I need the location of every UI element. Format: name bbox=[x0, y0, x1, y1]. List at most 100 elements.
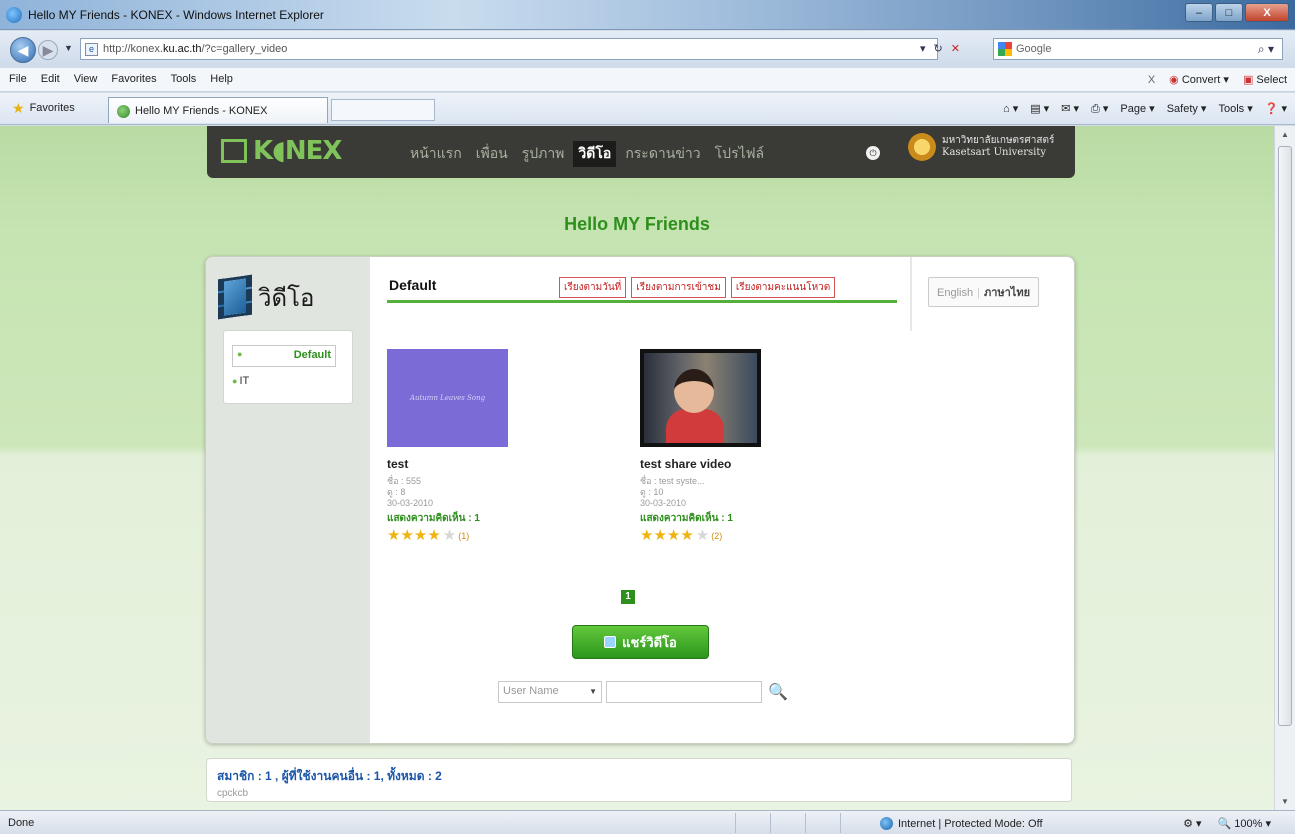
nav-profile[interactable]: โปรไฟล์ bbox=[710, 141, 769, 167]
video-rating[interactable]: ★★★★ ★ (1) bbox=[387, 527, 567, 544]
bullet-icon: ● bbox=[237, 349, 243, 359]
home-icon[interactable]: ⌂ ▾ bbox=[1003, 102, 1018, 116]
user-search: User Name ▼ 🔍 bbox=[498, 681, 788, 703]
new-tab-button[interactable] bbox=[331, 99, 435, 121]
video-name-line: ชื่อ : test syste... bbox=[640, 476, 705, 486]
close-button[interactable]: X bbox=[1245, 3, 1289, 22]
share-video-button[interactable]: แชร์วิดีโอ bbox=[572, 625, 709, 659]
search-icon[interactable]: 🔍 bbox=[768, 682, 788, 702]
menu-view[interactable]: View bbox=[74, 73, 98, 85]
video-card: Autumn Leaves Song test ชื่อ : 555 ดู : … bbox=[387, 349, 567, 543]
scrollbar-thumb[interactable] bbox=[1278, 146, 1292, 726]
video-gallery-panel: วิดีโอ ● Default ● IT Default เรียงตามวันท… bbox=[205, 256, 1075, 744]
nav-videos[interactable]: วิดีโอ bbox=[573, 141, 617, 167]
select-button[interactable]: ▣ Select bbox=[1243, 73, 1287, 86]
zoom-control[interactable]: 🔍 100% ▾ bbox=[1218, 817, 1271, 830]
online-user-list[interactable]: cpckcb bbox=[217, 788, 1061, 799]
favorites-bar: ★ Favorites Hello MY Friends - KONEX ⌂ ▾… bbox=[0, 93, 1295, 125]
scroll-up-icon: ▲ bbox=[1281, 130, 1289, 139]
page-menu[interactable]: Page ▾ bbox=[1120, 102, 1154, 116]
nav-home[interactable]: หน้าแรก bbox=[405, 141, 467, 167]
star-icon: ★★★★ bbox=[387, 527, 441, 544]
feeds-icon[interactable]: ▤ ▾ bbox=[1030, 102, 1049, 116]
recent-pages-dropdown[interactable]: ▼ bbox=[64, 43, 73, 53]
back-button[interactable]: ◀ bbox=[10, 37, 36, 63]
category-list: ● Default ● IT bbox=[223, 330, 353, 404]
menu-help[interactable]: Help bbox=[210, 73, 233, 85]
star-empty-icon: ★ bbox=[442, 527, 457, 544]
protected-mode-icon[interactable]: ⚙ ▾ bbox=[1183, 817, 1201, 830]
search-box[interactable]: Google ⌕ ▾ bbox=[993, 38, 1283, 60]
tools-menu[interactable]: Tools ▾ bbox=[1218, 102, 1252, 116]
chevron-down-icon: ▼ bbox=[589, 687, 597, 696]
forward-button[interactable]: ▶ bbox=[38, 40, 58, 60]
university-name-th: มหาวิทยาลัยเกษตรศาสตร์ bbox=[942, 135, 1055, 146]
nav-board[interactable]: กระดานข่าว bbox=[620, 141, 705, 167]
menu-favorites[interactable]: Favorites bbox=[111, 73, 156, 85]
security-zone[interactable]: Internet | Protected Mode: Off bbox=[880, 817, 1043, 830]
site-header: K◖NEX หน้าแรก เพื่อน รูปภาพ วิดีโอ กระดา… bbox=[207, 126, 1075, 178]
video-comments-link[interactable]: แสดงความคิดเห็น : 1 bbox=[640, 511, 820, 526]
menu-file[interactable]: File bbox=[9, 73, 27, 85]
category-default[interactable]: ● Default bbox=[232, 345, 336, 367]
menu-bar: File Edit View Favorites Tools Help X ◉ … bbox=[0, 68, 1295, 92]
convert-button[interactable]: ◉ Convert ▾ bbox=[1169, 73, 1229, 86]
sort-by-views[interactable]: เรียงตามการเข้าชม bbox=[631, 277, 726, 298]
close-toolbar-icon[interactable]: X bbox=[1148, 74, 1155, 86]
video-name-line: ชื่อ : 555 bbox=[387, 476, 422, 486]
video-views: ดู : 8 bbox=[387, 487, 406, 497]
lang-thai[interactable]: ภาษาไทย bbox=[984, 287, 1030, 299]
address-dropdown-icon[interactable]: ▾ bbox=[920, 42, 926, 55]
print-icon[interactable]: ⎙ ▾ bbox=[1091, 102, 1108, 116]
lang-english[interactable]: English bbox=[937, 287, 973, 299]
tab-hello-my-friends[interactable]: Hello MY Friends - KONEX bbox=[108, 97, 328, 123]
language-switch: English | ภาษาไทย bbox=[928, 277, 1040, 307]
search-input[interactable]: Google bbox=[1016, 43, 1051, 55]
window-controls: – □ X bbox=[1185, 3, 1289, 22]
favorites-label: Favorites bbox=[29, 102, 75, 114]
favorites-button[interactable]: ★ Favorites bbox=[12, 101, 75, 115]
sort-by-date[interactable]: เรียงตามวันที่ bbox=[559, 277, 627, 298]
category-it[interactable]: ● IT bbox=[232, 375, 344, 387]
minimize-button[interactable]: – bbox=[1185, 3, 1213, 22]
status-text: Done bbox=[8, 817, 35, 829]
konex-logo[interactable]: K◖NEX bbox=[221, 136, 342, 166]
address-url: http://konex.ku.ac.th/?c=gallery_video bbox=[103, 43, 288, 55]
refresh-icon[interactable]: ↻ bbox=[934, 42, 943, 55]
sort-by-votes[interactable]: เรียงตามคะแนนโหวต bbox=[730, 277, 836, 298]
gallery-section-title: วิดีโอ bbox=[258, 283, 315, 312]
sort-options: เรียงตามวันที่ เรียงตามการเข้าชม เรียงตา… bbox=[559, 277, 836, 298]
search-type-select[interactable]: User Name ▼ bbox=[498, 681, 602, 703]
category-title: Default bbox=[389, 277, 437, 293]
nav-friends[interactable]: เพื่อน bbox=[471, 141, 513, 167]
user-search-input[interactable] bbox=[606, 681, 762, 703]
page-number-current[interactable]: 1 bbox=[621, 590, 635, 604]
menu-tools[interactable]: Tools bbox=[171, 73, 197, 85]
search-icon[interactable]: ⌕ ▾ bbox=[1258, 42, 1274, 57]
safety-menu[interactable]: Safety ▾ bbox=[1167, 102, 1207, 116]
mail-icon[interactable]: ✉ ▾ bbox=[1061, 102, 1079, 116]
stop-icon[interactable]: ✕ bbox=[951, 42, 960, 55]
logout-power-icon[interactable]: ⏻ bbox=[866, 146, 880, 160]
video-title[interactable]: test share video bbox=[640, 457, 820, 471]
maximize-button[interactable]: □ bbox=[1215, 3, 1243, 22]
star-empty-icon: ★ bbox=[695, 527, 710, 544]
address-tools: ▾ ↻ ✕ bbox=[920, 42, 960, 55]
window-titlebar: Hello MY Friends - KONEX - Windows Inter… bbox=[0, 0, 1295, 30]
page-title: Hello MY Friends bbox=[564, 214, 710, 234]
address-input[interactable]: e http://konex.ku.ac.th/?c=gallery_video bbox=[80, 38, 938, 60]
video-rating[interactable]: ★★★★ ★ (2) bbox=[640, 527, 820, 544]
university-brand[interactable]: มหาวิทยาลัยเกษตรศาสตร์ Kasetsart Univers… bbox=[908, 133, 1054, 161]
title-underline bbox=[387, 300, 897, 303]
video-comments-link[interactable]: แสดงความคิดเห็น : 1 bbox=[387, 511, 567, 526]
google-icon bbox=[998, 42, 1012, 56]
menu-edit[interactable]: Edit bbox=[41, 73, 60, 85]
video-thumbnail[interactable] bbox=[640, 349, 761, 447]
film-icon bbox=[218, 274, 252, 320]
video-thumbnail[interactable]: Autumn Leaves Song bbox=[387, 349, 508, 447]
nav-photos[interactable]: รูปภาพ bbox=[517, 141, 570, 167]
vertical-scrollbar[interactable]: ▲ ▼ bbox=[1274, 126, 1295, 810]
help-icon[interactable]: ❓ ▾ bbox=[1265, 102, 1287, 116]
video-title[interactable]: test bbox=[387, 457, 567, 471]
ie-logo-icon bbox=[6, 7, 22, 23]
